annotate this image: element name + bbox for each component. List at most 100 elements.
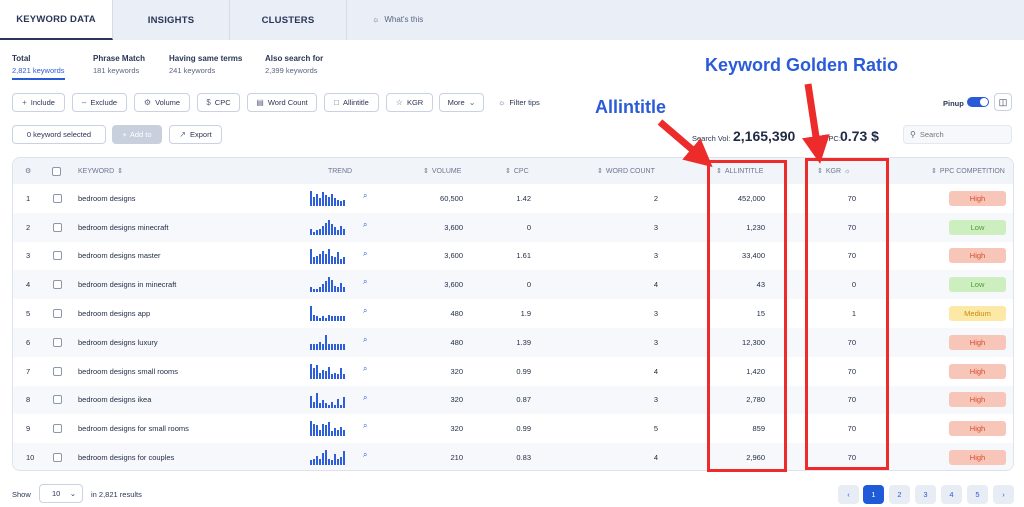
pagination-page-5[interactable]: 5: [967, 485, 988, 504]
tab-insights[interactable]: INSIGHTS: [113, 0, 230, 40]
row-checkbox[interactable]: [52, 366, 62, 376]
tab-clusters[interactable]: CLUSTERS: [230, 0, 347, 40]
pagination-page-4[interactable]: 4: [941, 485, 962, 504]
whats-this-link[interactable]: ☼ What's this: [372, 15, 423, 24]
trend-bar: [313, 289, 315, 293]
select-all-checkbox[interactable]: [52, 166, 61, 176]
search-icon[interactable]: ⌕: [363, 364, 367, 374]
trend-bar: [328, 277, 330, 293]
volume-value: 210: [450, 453, 463, 463]
kgr-button[interactable]: ☆ KGR: [386, 93, 433, 112]
pinup-toggle[interactable]: [967, 97, 989, 107]
subtab-having-same-terms[interactable]: Having same terms 241 keywords: [169, 54, 242, 75]
word-count-value: 4: [653, 366, 658, 376]
row-checkbox[interactable]: [52, 424, 62, 434]
page-size-select[interactable]: 10 ⌄: [39, 484, 83, 503]
search-icon[interactable]: ⌕: [363, 277, 367, 287]
active-subtab-underline: [12, 78, 65, 80]
row-checkbox[interactable]: [52, 280, 62, 290]
header-word-count[interactable]: ⇕ WORD COUNT: [597, 158, 655, 184]
kgr-value: 1: [851, 309, 856, 319]
row-checkbox[interactable]: [52, 453, 62, 463]
include-button[interactable]: + Include: [12, 93, 65, 112]
volume-value: 3,600: [444, 251, 463, 261]
cpc-value: 0.99: [516, 366, 531, 376]
trend-chart: [310, 248, 358, 264]
word-count-button[interactable]: ▤ Word Count: [247, 93, 317, 112]
row-checkbox[interactable]: [52, 222, 62, 232]
row-checkbox[interactable]: [52, 309, 62, 319]
subtab-total[interactable]: Total 2,821 keywords: [12, 54, 65, 75]
trend-bar: [310, 395, 312, 408]
subtab-also-search-for[interactable]: Also search for 2,399 keywords: [265, 54, 323, 75]
trend-bar: [322, 453, 324, 466]
row-number: 9: [26, 424, 31, 434]
trend-bar: [337, 229, 339, 235]
row-checkbox[interactable]: [52, 395, 62, 405]
allintitle-button[interactable]: □ Allintitle: [324, 93, 379, 112]
pagination-prev[interactable]: ‹: [838, 485, 859, 504]
pagination-next[interactable]: ›: [993, 485, 1014, 504]
trend-bar: [331, 280, 333, 293]
kgr-value: 70: [847, 395, 856, 405]
exclude-button[interactable]: – Exclude: [72, 93, 127, 112]
sort-icon: ⇕: [117, 168, 124, 175]
header-allintitle[interactable]: ⇕ ALLINTITLE: [716, 158, 763, 184]
filter-tips-link[interactable]: ☼ Filter tips: [498, 98, 540, 107]
search-icon[interactable]: ⌕: [363, 306, 367, 316]
settings-icon[interactable]: ⚙: [25, 158, 31, 184]
row-checkbox[interactable]: [52, 193, 62, 203]
cpc-value: 1.42: [516, 193, 531, 203]
row-checkbox[interactable]: [52, 337, 62, 347]
header-kgr[interactable]: ⇕ KGR ☼: [817, 158, 850, 184]
search-icon[interactable]: ⌕: [363, 421, 367, 431]
trend-bar: [340, 283, 342, 293]
trend-bar: [313, 231, 315, 235]
row-number: 2: [26, 222, 31, 232]
keyword-text: bedroom designs ikea: [78, 395, 152, 405]
trend-bar: [322, 284, 324, 293]
search-icon[interactable]: ⌕: [363, 450, 367, 460]
trend-bar: [313, 424, 315, 437]
trend-bar: [334, 226, 336, 235]
subtab-phrase-match[interactable]: Phrase Match 181 keywords: [93, 54, 145, 75]
header-cpc[interactable]: ⇕ CPC: [505, 158, 529, 184]
header-volume-label: VOLUME: [431, 167, 462, 175]
layout-settings-button[interactable]: ◫: [994, 93, 1012, 111]
header-keyword[interactable]: KEYWORD ⇕: [78, 158, 123, 184]
search-box: ⚲: [903, 125, 1012, 144]
lightbulb-icon: ☼: [372, 15, 380, 24]
pagination-page-3[interactable]: 3: [915, 485, 936, 504]
more-button[interactable]: More ⌄: [439, 93, 484, 112]
allintitle-value: 452,000: [737, 193, 765, 203]
cpc-value: 0.99: [516, 424, 531, 434]
trend-bar: [316, 289, 318, 293]
subtab-title: Having same terms: [169, 54, 243, 63]
trend-bar: [331, 255, 333, 264]
annotation-kgr-title: Keyword Golden Ratio: [705, 55, 899, 75]
cpc-button[interactable]: $ CPC: [197, 93, 240, 112]
tab-keyword-data[interactable]: KEYWORD DATA: [0, 0, 113, 40]
search-icon[interactable]: ⌕: [363, 335, 367, 345]
search-icon[interactable]: ⌕: [363, 393, 367, 403]
volume-button[interactable]: ⚙ Volume: [134, 93, 190, 112]
search-input[interactable]: [919, 130, 1000, 139]
trend-bar: [316, 425, 318, 437]
add-to-button[interactable]: + Add to: [112, 125, 162, 144]
trend-bar: [319, 253, 321, 264]
pagination-page-1[interactable]: 1: [863, 485, 884, 504]
header-allintitle-label: ALLINTITLE: [724, 167, 764, 175]
search-icon[interactable]: ⌕: [363, 191, 367, 201]
header-volume[interactable]: ⇕ VOLUME: [423, 158, 461, 184]
pagination-page-2[interactable]: 2: [889, 485, 910, 504]
export-button[interactable]: ↗ Export: [169, 125, 222, 144]
kgr-value: 70: [847, 366, 856, 376]
header-ppc-competition[interactable]: ⇕ PPC COMPETITION: [931, 158, 1005, 184]
search-icon[interactable]: ⌕: [363, 249, 367, 259]
search-icon[interactable]: ⌕: [363, 220, 367, 230]
row-checkbox[interactable]: [52, 251, 62, 261]
word-count-value: 3: [653, 309, 658, 319]
allintitle-value: 2,780: [746, 395, 765, 405]
trend-bar: [322, 399, 324, 408]
row-checkbox-cell: [51, 242, 63, 271]
